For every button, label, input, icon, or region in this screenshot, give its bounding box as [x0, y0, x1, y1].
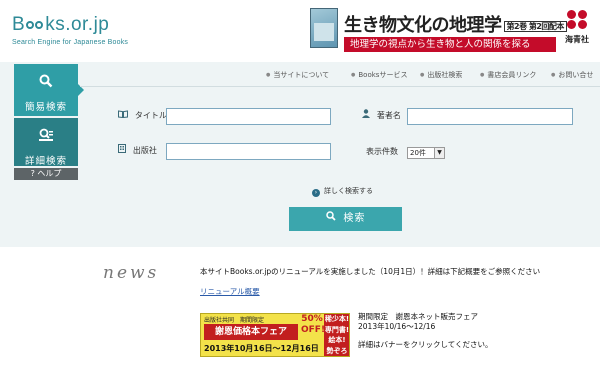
person-icon: [362, 109, 373, 121]
publisher-logo: 海青社: [562, 10, 592, 45]
renewal-overview-link[interactable]: リニューアル概要: [200, 286, 260, 297]
header: B ks.or.jp Search Engine for Japanese Bo…: [0, 0, 600, 60]
promo-date: 2013年10/16〜12/16: [358, 322, 436, 331]
logo-oo-mark: [26, 21, 44, 29]
search-button[interactable]: 検索: [289, 207, 402, 231]
publisher-label: 出版社: [118, 143, 157, 159]
nav-divider: [80, 86, 600, 87]
banner-date: 2013年10月16日〜12月16日: [204, 344, 319, 353]
author-label-text: 著者名: [376, 111, 401, 120]
detailed-search-link-text: 詳しく検索する: [324, 187, 373, 195]
banner-side-text: 稀少本! 専門書! 絵本! 勢ぞろい: [324, 314, 349, 356]
banner-main-text: 謝恩価格本フェア: [204, 324, 298, 340]
ad-title: 生き物文化の地理学: [344, 15, 502, 36]
book-icon: [118, 110, 131, 121]
promo-note: 詳細はバナーをクリックしてください。: [358, 340, 493, 349]
tab-simple-search-label: 簡易検索: [24, 102, 67, 113]
publisher-label-text: 出版社: [132, 146, 157, 155]
logo-tagline: Search Engine for Japanese Books: [12, 39, 129, 46]
result-count-select[interactable]: 20件 ▼: [407, 147, 445, 159]
ad-subtitle: 地理学の視点から生き物と人の関係を探る: [344, 37, 556, 52]
publisher-name: 海青社: [565, 35, 589, 44]
banner-top-text: 出版社共同 期間限定: [204, 317, 265, 324]
banner-discount: 50% OFF!!: [301, 314, 330, 335]
nav-item-about[interactable]: 当サイトについて: [266, 68, 329, 83]
news-heading: news: [103, 263, 160, 283]
publisher-logo-icon: [566, 10, 588, 30]
sale-fair-banner[interactable]: 出版社共同 期間限定 謝恩価格本フェア 2013年10月16日〜12月16日 5…: [200, 313, 350, 357]
help-button[interactable]: ? ヘルプ: [14, 168, 78, 180]
nav-item-bookstore-links[interactable]: 書店会員リンク: [480, 68, 536, 83]
arrow-right-icon: ›: [312, 189, 320, 197]
logo-letter-b: B: [12, 14, 26, 35]
author-input[interactable]: [407, 108, 573, 125]
promo-title: 期間限定 謝恩本ネット販売フェア: [358, 312, 478, 321]
tab-detailed-search[interactable]: 詳細検索: [14, 118, 78, 167]
tab-detailed-search-label: 詳細検索: [24, 156, 67, 167]
title-input[interactable]: [166, 108, 331, 125]
search-icon: [14, 74, 78, 91]
nav-item-contact[interactable]: お問い合せ: [551, 68, 593, 83]
logo-text: ks.or.jp: [45, 14, 110, 35]
building-icon: [118, 144, 129, 156]
news-item-renewal: 本サイトBooks.or.jpのリニューアルを実施しました（10月1日）！詳細は…: [200, 267, 541, 276]
nav-item-publisher-search[interactable]: 出版社検索: [420, 68, 462, 83]
search-list-icon: [14, 128, 78, 145]
site-logo[interactable]: B ks.or.jp Search Engine for Japanese Bo…: [12, 14, 142, 46]
author-label: 著者名: [362, 108, 401, 124]
result-count-value: 20件: [410, 149, 426, 157]
ad-volume-badge: 第2巻 第2回配本: [503, 20, 567, 32]
title-label-text: タイトル: [134, 111, 167, 120]
publisher-input[interactable]: [166, 143, 331, 160]
chevron-down-icon: ▼: [434, 148, 444, 158]
top-nav: 当サイトについて Booksサービス 出版社検索 書店会員リンク お問い合せ: [266, 68, 596, 82]
tab-simple-search[interactable]: 簡易検索: [14, 64, 84, 116]
search-panel: 簡易検索 詳細検索 ? ヘルプ 当サイトについて Booksサービス 出版社検索…: [0, 62, 600, 247]
detailed-search-link[interactable]: › 詳しく検索する: [312, 186, 373, 197]
promo-description: 期間限定 謝恩本ネット販売フェア 2013年10/16〜12/16: [358, 312, 478, 332]
count-label: 表示件数: [366, 147, 398, 156]
search-button-label: 検索: [343, 213, 366, 224]
nav-item-books-service[interactable]: Booksサービス: [351, 68, 407, 83]
title-label: タイトル: [118, 108, 167, 124]
book-cover-image: [310, 8, 338, 48]
search-icon: [325, 211, 340, 224]
header-ad-banner[interactable]: 生き物文化の地理学 第2巻 第2回配本 地理学の視点から生き物と人の関係を探る 海…: [310, 8, 592, 54]
